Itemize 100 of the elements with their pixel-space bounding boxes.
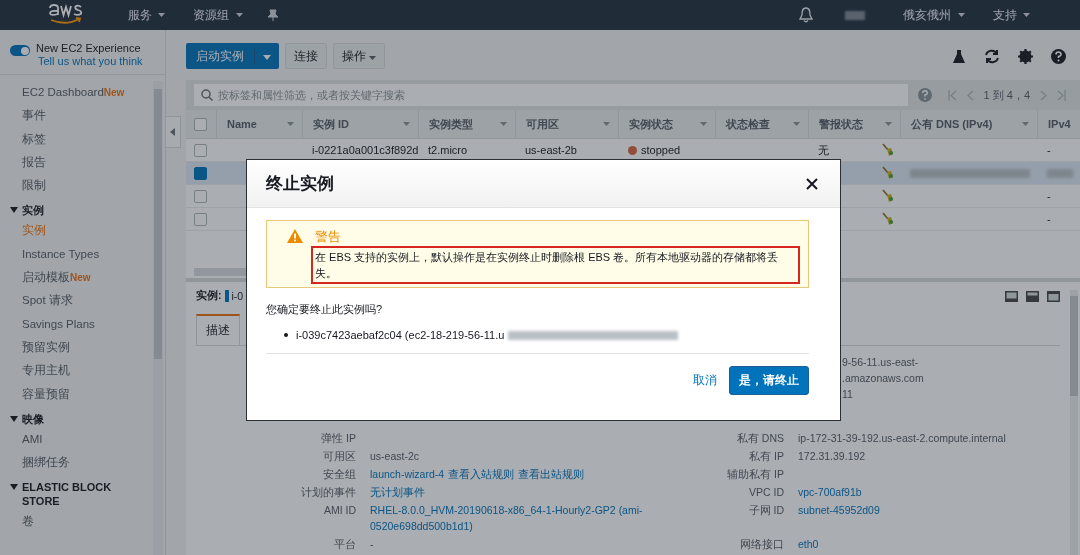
caret-icon bbox=[369, 55, 377, 60]
checkbox[interactable] bbox=[194, 166, 207, 180]
flask-icon[interactable] bbox=[952, 48, 966, 64]
caret-icon bbox=[1023, 13, 1030, 18]
triangle-icon bbox=[10, 414, 18, 423]
column-header[interactable]: 状态检查 bbox=[726, 116, 770, 132]
scrollbar[interactable] bbox=[153, 81, 163, 555]
broom-icon[interactable] bbox=[882, 143, 894, 157]
column-header[interactable]: 警报状态 bbox=[819, 116, 863, 132]
nav-menu[interactable]: 资源组 bbox=[187, 6, 249, 24]
field-link[interactable]: launch-wizard-4 bbox=[370, 466, 445, 482]
sort-icon[interactable] bbox=[793, 122, 800, 126]
field-value: 172.31.39.192 bbox=[798, 449, 866, 464]
nav-menu[interactable]: 服务 bbox=[122, 6, 172, 24]
next-page-icon[interactable] bbox=[1040, 89, 1047, 101]
field-value: 9-56-11.us-east- bbox=[842, 355, 919, 370]
sort-icon[interactable] bbox=[1022, 122, 1029, 126]
close-icon[interactable] bbox=[806, 177, 818, 190]
column-header[interactable]: 可用区 bbox=[526, 116, 559, 132]
table-cell: stopped bbox=[641, 144, 681, 156]
nav-item[interactable]: 限制 bbox=[22, 174, 153, 198]
confirm-question: 您确定要终止此实例吗? bbox=[266, 302, 384, 317]
nav-item[interactable]: 报告 bbox=[22, 150, 153, 175]
help-icon[interactable] bbox=[1051, 48, 1066, 64]
nav-item[interactable]: 卷 bbox=[22, 510, 153, 534]
table-cell: 无 bbox=[818, 142, 829, 158]
nav-section[interactable]: 映像 bbox=[10, 409, 130, 428]
settings-icon[interactable] bbox=[1018, 48, 1033, 64]
page-range: 1 到 4，4 bbox=[983, 87, 1030, 103]
actions-button[interactable]: 操作 bbox=[333, 43, 386, 69]
checkbox[interactable] bbox=[194, 143, 207, 157]
cancel-link[interactable]: 取消 bbox=[693, 373, 717, 388]
field-link[interactable]: vpc-700af91b bbox=[798, 484, 862, 500]
tab[interactable]: 描述 bbox=[196, 314, 240, 345]
collapse-button[interactable] bbox=[166, 116, 181, 148]
nav-section[interactable]: ELASTIC BLOCK STORE bbox=[10, 478, 130, 511]
nav-item[interactable]: Instance Types bbox=[22, 242, 153, 267]
field-link[interactable]: subnet-45952d09 bbox=[798, 502, 880, 534]
broom-icon[interactable] bbox=[882, 212, 894, 226]
layout-icon[interactable] bbox=[1026, 290, 1039, 302]
column-header[interactable]: 实例类型 bbox=[429, 116, 473, 132]
broom-icon[interactable] bbox=[882, 166, 894, 180]
nav-item[interactable]: 捆绑任务 bbox=[22, 451, 153, 475]
checkbox[interactable] bbox=[194, 117, 207, 131]
nav-item[interactable]: AMI bbox=[22, 427, 153, 452]
nav-item[interactable]: 启动模板New bbox=[22, 266, 153, 290]
feedback-link[interactable]: Tell us what you think bbox=[38, 55, 143, 68]
nav-item[interactable]: 专用主机 bbox=[22, 359, 153, 383]
nav-item[interactable]: 预留实例 bbox=[22, 335, 153, 360]
column-header[interactable]: IPv4 bbox=[1048, 118, 1071, 130]
field-value: 11 bbox=[842, 387, 853, 402]
sort-icon[interactable] bbox=[603, 122, 610, 126]
sort-icon[interactable] bbox=[885, 122, 892, 126]
first-page-icon[interactable] bbox=[947, 89, 957, 101]
field-link[interactable]: 查看入站规则 bbox=[448, 466, 515, 482]
broom-icon[interactable] bbox=[882, 189, 894, 203]
nav-item[interactable]: Savings Plans bbox=[22, 312, 153, 336]
column-header[interactable]: Name bbox=[227, 118, 257, 130]
previous-page-icon[interactable] bbox=[966, 89, 974, 101]
sort-icon[interactable] bbox=[500, 122, 507, 126]
nav-item[interactable]: EC2 DashboardNew bbox=[22, 81, 153, 105]
layout-icon[interactable] bbox=[1005, 290, 1018, 302]
nav-section[interactable]: 实例 bbox=[10, 201, 130, 220]
sort-icon[interactable] bbox=[700, 122, 707, 126]
refresh-icon[interactable] bbox=[984, 48, 1000, 64]
search-field[interactable]: 按标签和属性筛选，或者按关键字搜索 bbox=[194, 84, 908, 106]
launch-button[interactable]: 启动实例 bbox=[186, 43, 279, 69]
last-page-icon[interactable] bbox=[1057, 89, 1066, 101]
nav-item[interactable]: Spot 请求 bbox=[22, 289, 153, 313]
layout-icon[interactable] bbox=[1047, 290, 1060, 302]
column-header[interactable]: 实例状态 bbox=[629, 116, 673, 132]
scrollbar[interactable] bbox=[1070, 290, 1078, 555]
column-header[interactable]: 实例 ID bbox=[313, 116, 350, 132]
nav-item[interactable]: 容量预留 bbox=[22, 382, 153, 406]
field-link[interactable]: eth0 bbox=[798, 536, 819, 552]
column-header[interactable]: 公有 DNS (IPv4) bbox=[911, 116, 993, 132]
checkbox[interactable] bbox=[194, 212, 207, 226]
field-value: ip-172-31-39-192.us-east-2.compute.internal bbox=[798, 431, 1006, 446]
field-value: .amazonaws.com bbox=[842, 371, 924, 386]
field-link[interactable]: 无计划事件 bbox=[370, 484, 425, 500]
field-label: 弹性 IP bbox=[320, 431, 356, 446]
experience-label: New EC2 Experience bbox=[36, 42, 142, 55]
connect-button[interactable]: 连接 bbox=[285, 43, 327, 69]
nav-item[interactable]: 标签 bbox=[22, 127, 153, 151]
nav-item[interactable]: 事件 bbox=[22, 104, 153, 128]
nav-item[interactable]: 实例 bbox=[22, 219, 153, 243]
bell-icon[interactable] bbox=[799, 7, 814, 23]
toggle-switch[interactable] bbox=[10, 45, 30, 56]
field-value: - bbox=[370, 537, 374, 552]
dialog-title: 终止实例 bbox=[266, 173, 334, 195]
terminate-button[interactable]: 是，请终止 bbox=[729, 366, 809, 395]
search-icon bbox=[201, 89, 213, 101]
support-menu[interactable]: 支持 bbox=[986, 6, 1036, 24]
field-link[interactable]: 查看出站规则 bbox=[518, 466, 585, 482]
checkbox[interactable] bbox=[194, 189, 207, 203]
sort-icon[interactable] bbox=[403, 122, 410, 126]
field-link[interactable]: RHEL-8.0.0_HVM-20190618-x86_64-1-Hourly2-GP2 (ami-0520e698dd500b1d1) bbox=[370, 502, 680, 534]
sort-icon[interactable] bbox=[287, 122, 294, 126]
pin-icon[interactable] bbox=[266, 9, 279, 21]
region-menu[interactable]: 俄亥俄州 bbox=[897, 6, 971, 24]
